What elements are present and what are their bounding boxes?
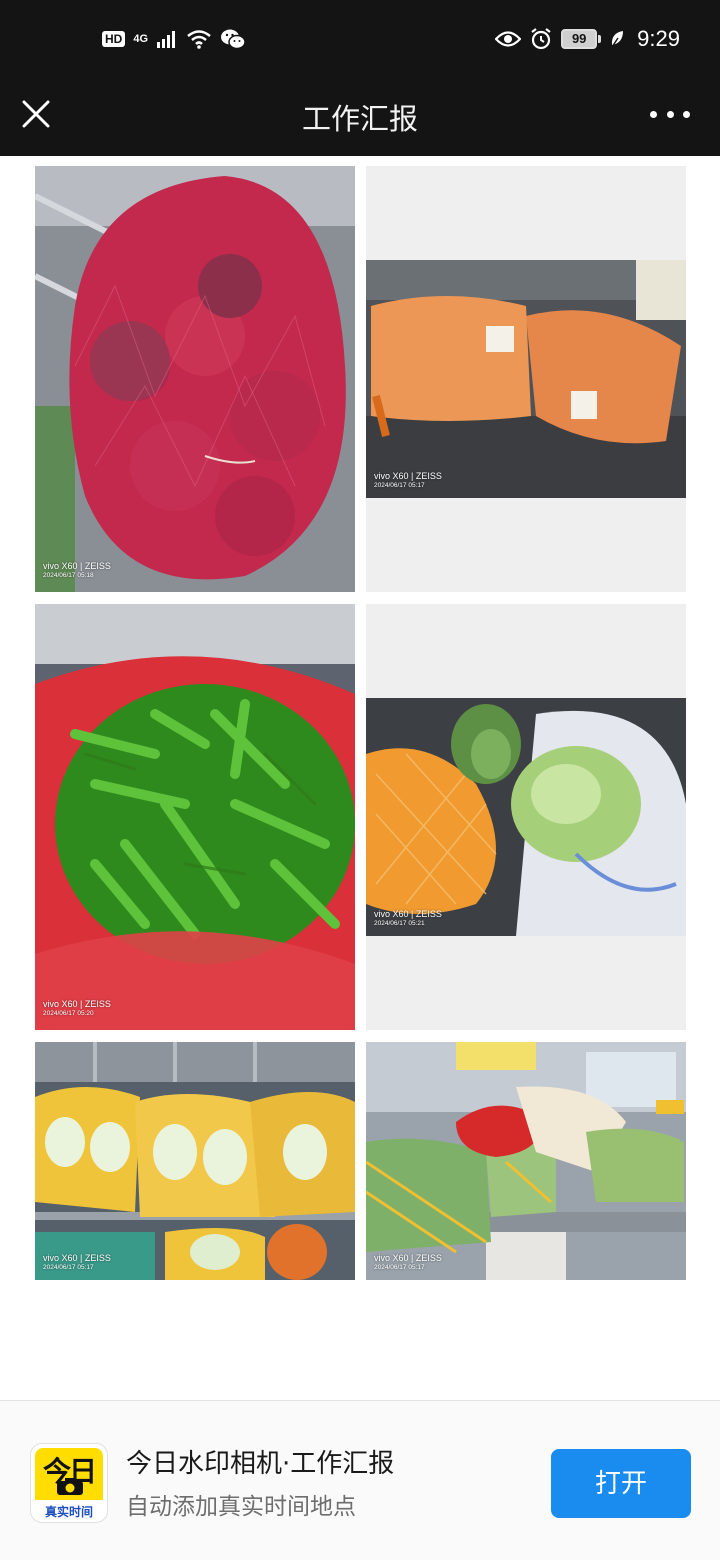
wifi-icon: [187, 30, 211, 49]
onions-image: [35, 166, 355, 592]
more-dot-icon: [683, 110, 690, 118]
photo-watermark: vivo X60 | ZEISS 2024/06/17 05:17: [374, 471, 442, 489]
photo-onions[interactable]: vivo X60 | ZEISS 2024/06/17 05:18: [35, 166, 355, 592]
carrots-image: [366, 166, 686, 592]
battery-icon: 99: [561, 29, 602, 49]
cabbage-image: [366, 604, 686, 1030]
wechat-icon: [221, 29, 246, 50]
app-banner: 今日 真实时间 今日水印相机·工作汇报 自动添加真实时间地点 打开: [0, 1400, 720, 1560]
camera-icon: [57, 1478, 83, 1495]
watermark-date: 2024/06/17 05:17: [374, 481, 425, 489]
more-dot-icon: [650, 110, 657, 118]
status-right: 99 9:29: [495, 26, 680, 52]
photo-peppers[interactable]: vivo X60 | ZEISS 2024/06/17 05:20: [35, 604, 355, 1030]
napa-cabbage-image: [35, 1042, 355, 1280]
photo-watermark: vivo X60 | ZEISS 2024/06/17 05:21: [374, 909, 442, 927]
app-subtitle: 自动添加真实时间地点: [126, 1494, 356, 1520]
watermark-brand: vivo X60 | ZEISS: [43, 999, 111, 1009]
app-icon-caption: 真实时间: [44, 1505, 93, 1519]
watermark-brand: vivo X60 | ZEISS: [374, 909, 442, 919]
peppers-image: [35, 604, 355, 1030]
more-dot-icon: [666, 110, 674, 118]
eye-icon: [495, 31, 522, 47]
watermark-brand: vivo X60 | ZEISS: [374, 471, 442, 481]
status-left: HD 4G: [102, 28, 246, 50]
watermark-date: 2024/06/17 05:18: [43, 571, 94, 579]
app-title: 今日水印相机·工作汇报: [126, 1449, 395, 1479]
watermark-date: 2024/06/17 05:17: [374, 1263, 425, 1271]
app-icon-background: 今日: [35, 1448, 103, 1500]
status-bar: HD 4G 99 9:29: [0, 0, 720, 84]
watermark-date: 2024/06/17 05:21: [374, 919, 425, 927]
photo-watermark: vivo X60 | ZEISS 2024/06/17 05:20: [43, 999, 111, 1017]
photo-cabbage[interactable]: vivo X60 | ZEISS 2024/06/17 05:21: [366, 604, 686, 1030]
watermark-date: 2024/06/17 05:17: [43, 1263, 94, 1271]
app-icon[interactable]: 今日 真实时间: [30, 1443, 108, 1523]
open-app-button[interactable]: 打开: [551, 1449, 691, 1518]
nav-bar: 工作汇报: [0, 84, 720, 156]
photo-carrots[interactable]: vivo X60 | ZEISS 2024/06/17 05:17: [366, 166, 686, 592]
photo-vegetables-counter[interactable]: vivo X60 | ZEISS 2024/06/17 05:17: [366, 1042, 686, 1280]
watermark-brand: vivo X60 | ZEISS: [374, 1253, 442, 1263]
clock: 9:29: [637, 26, 680, 51]
photo-watermark: vivo X60 | ZEISS 2024/06/17 05:17: [43, 1253, 111, 1271]
watermark-brand: vivo X60 | ZEISS: [43, 561, 111, 571]
signal-icon: [157, 31, 176, 48]
leaf-icon: [611, 31, 624, 48]
vegetables-counter-image: [366, 1042, 686, 1280]
battery-level: 99: [561, 29, 598, 49]
photo-napa-cabbage[interactable]: vivo X60 | ZEISS 2024/06/17 05:17: [35, 1042, 355, 1280]
photo-watermark: vivo X60 | ZEISS 2024/06/17 05:18: [43, 561, 111, 579]
more-button[interactable]: [650, 102, 690, 126]
watermark-brand: vivo X60 | ZEISS: [43, 1253, 111, 1263]
page-title: 工作汇报: [301, 102, 418, 136]
hd-badge: HD: [102, 31, 126, 47]
network-type: 4G: [133, 33, 149, 45]
photo-watermark: vivo X60 | ZEISS 2024/06/17 05:17: [374, 1253, 442, 1271]
alarm-icon: [531, 28, 551, 50]
watermark-date: 2024/06/17 05:20: [43, 1009, 94, 1017]
